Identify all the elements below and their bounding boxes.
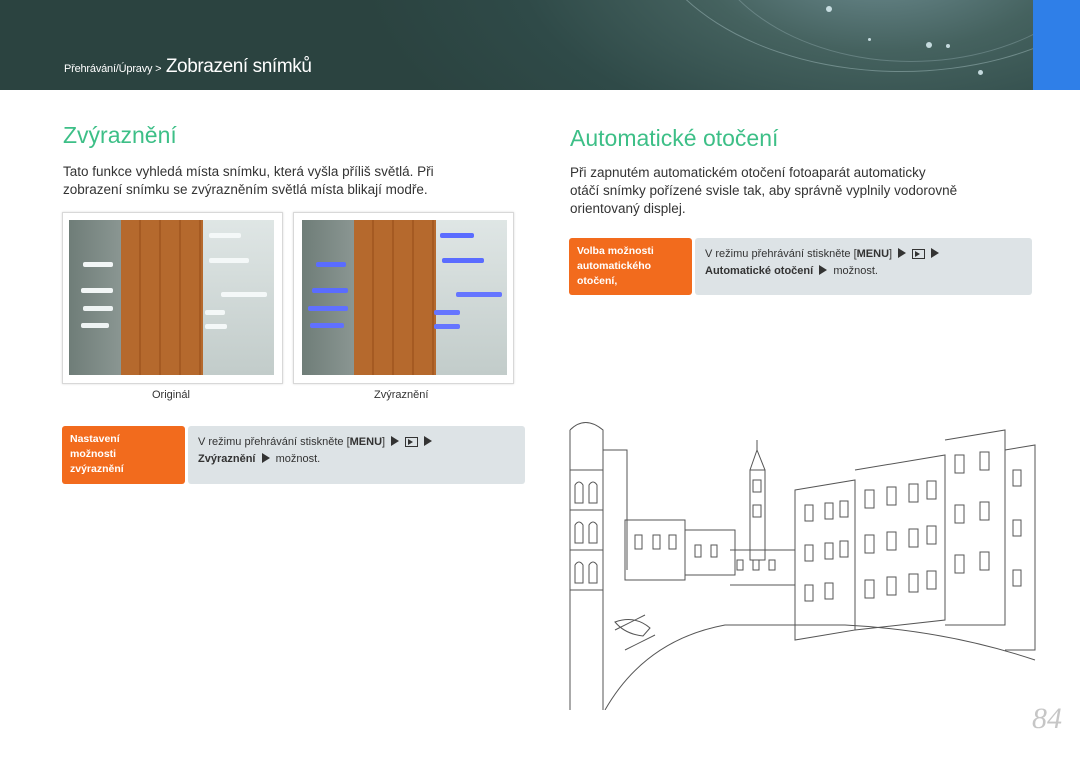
auto-rotate-description-line2: otáčí snímky pořízené svisle tak, aby sp… [570, 183, 958, 198]
playback-icon [405, 437, 419, 447]
city-canal-illustration [569, 422, 1036, 710]
auto-rotate-instruction-body: V režimu přehrávání stiskněte [MENU] Aut… [695, 238, 1032, 295]
breadcrumb-parent[interactable]: Přehrávání/Úpravy > [64, 63, 162, 75]
caption-highlight: Zvýraznění [374, 389, 429, 401]
arrow-right-icon [931, 248, 940, 258]
label-line: Volba možnosti [577, 245, 654, 257]
section-heading-auto-rotate: Automatické otočení [570, 125, 779, 151]
playback-icon [912, 249, 926, 259]
photo-highlight-frame [293, 212, 514, 384]
highlight-description-line2: zobrazení snímku se zvýrazněním světlá m… [63, 182, 428, 197]
highlight-description: Tato funkce vyhledá místa snímku, která … [63, 163, 533, 199]
label-line: otočení, [577, 275, 618, 287]
highlight-description-line1: Tato funkce vyhledá místa snímku, která … [63, 164, 434, 179]
option-suffix: možnost. [275, 453, 321, 465]
section-tab-marker [1033, 0, 1080, 90]
breadcrumb-current: Zobrazení snímků [165, 56, 312, 77]
highlight-instruction-label: Nastavení možnosti zvýraznění [62, 426, 185, 484]
photo-original [69, 220, 274, 375]
option-suffix: možnost. [833, 265, 878, 277]
auto-rotate-description: Při zapnutém automatickém otočení fotoap… [570, 164, 1020, 218]
arrow-right-icon [819, 265, 828, 275]
header-band: Přehrávání/Úpravy > Zobrazení snímků [0, 0, 1080, 90]
label-line: zvýraznění [70, 463, 124, 475]
decorative-dot [926, 42, 932, 48]
arrow-right-icon [261, 453, 270, 463]
option-name: Automatické otočení [705, 265, 814, 277]
label-line: možnosti [70, 448, 117, 460]
photo-highlight [302, 220, 507, 375]
instruction-bracket: ] [889, 248, 893, 260]
option-name: Zvýraznění [198, 453, 256, 465]
photo-original-frame [62, 212, 283, 384]
decorative-dot [826, 6, 832, 12]
breadcrumb: Přehrávání/Úpravy > Zobrazení snímků [64, 56, 312, 78]
auto-rotate-description-line1: Při zapnutém automatickém otočení fotoap… [570, 165, 926, 180]
label-line: automatického [577, 260, 652, 272]
arrow-right-icon [424, 436, 433, 446]
instruction-text: V režimu přehrávání stiskněte [ [198, 436, 350, 448]
menu-key: MENU [856, 248, 890, 260]
arrow-right-icon [898, 248, 907, 258]
decorative-dot [946, 44, 950, 48]
menu-key: MENU [349, 436, 383, 448]
decorative-dot [978, 70, 983, 75]
decorative-dot [868, 38, 871, 41]
page-number: 84 [1032, 702, 1062, 735]
caption-original: Originál [152, 389, 190, 401]
label-line: Nastavení [70, 433, 120, 445]
instruction-text: V režimu přehrávání stiskněte [ [705, 248, 857, 260]
highlight-instruction-body: V režimu přehrávání stiskněte [MENU] Zvý… [188, 426, 525, 484]
auto-rotate-instruction-label: Volba možnosti automatického otočení, [569, 238, 692, 295]
arrow-right-icon [391, 436, 400, 446]
instruction-bracket: ] [382, 436, 386, 448]
section-heading-highlight: Zvýraznění [63, 122, 177, 148]
auto-rotate-description-line3: orientovaný displej. [570, 201, 686, 216]
